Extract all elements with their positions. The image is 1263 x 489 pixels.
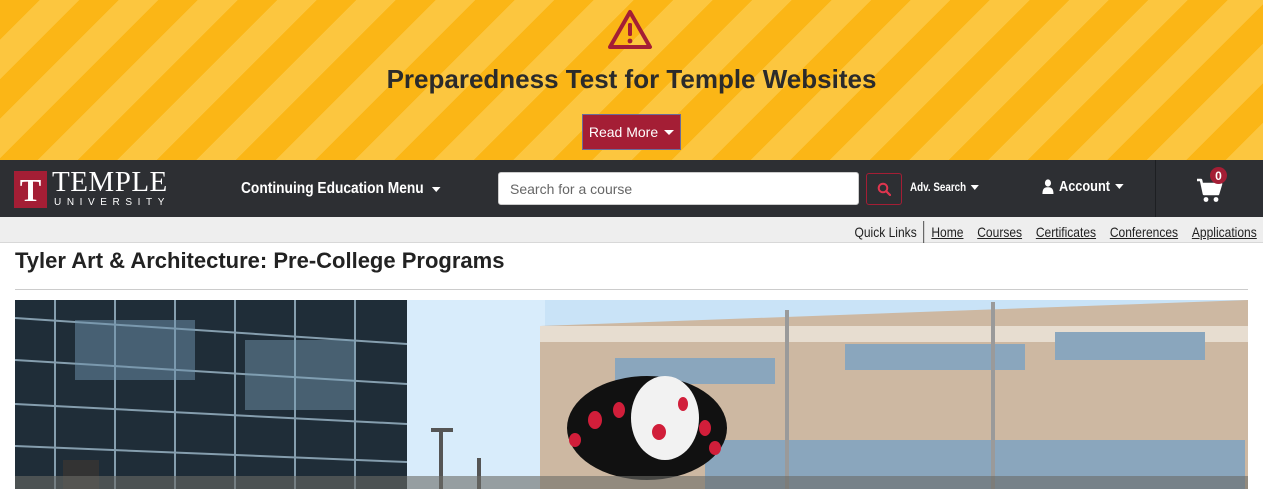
caret-down-icon <box>664 129 675 135</box>
account-dropdown[interactable]: Account <box>1042 178 1124 195</box>
temple-t-mark: T <box>14 171 47 208</box>
adv-search-label: Adv. Search <box>910 180 967 194</box>
quick-links-label: Quick Links <box>854 224 917 240</box>
ce-menu-label: Continuing Education Menu <box>241 180 424 197</box>
navbar-divider <box>1155 160 1156 217</box>
account-label: Account <box>1059 178 1110 195</box>
advanced-search-dropdown[interactable]: Adv. Search <box>910 180 980 194</box>
cart-count-badge: 0 <box>1210 167 1227 184</box>
continuing-education-menu[interactable]: Continuing Education Menu <box>241 178 441 200</box>
alert-banner: Preparedness Test for Temple Websites Re… <box>0 0 1263 160</box>
quick-links: Quick Links Home Courses Certificates Co… <box>855 221 1257 243</box>
caret-down-icon <box>432 186 441 192</box>
user-icon <box>1042 179 1054 194</box>
warning-triangle-icon <box>608 10 652 49</box>
alert-title: Preparedness Test for Temple Websites <box>386 64 877 94</box>
course-search-input[interactable] <box>498 172 859 205</box>
main-navbar: T TEMPLE UNIVERSITY Continuing Education… <box>0 160 1263 217</box>
quick-link-certificates[interactable]: Certificates <box>1036 224 1096 240</box>
quick-link-home[interactable]: Home <box>932 224 964 240</box>
logo-subtitle: UNIVERSITY <box>54 197 171 208</box>
read-more-button[interactable]: Read More <box>582 114 681 150</box>
quick-link-conferences[interactable]: Conferences <box>1110 224 1178 240</box>
quick-links-bar: Quick Links Home Courses Certificates Co… <box>0 217 1263 243</box>
hero-photo-illustration <box>15 300 1248 489</box>
caret-down-icon <box>1115 184 1124 189</box>
hero-image <box>15 300 1248 489</box>
logo-wordmark: TEMPLE <box>52 166 168 198</box>
quick-links-divider <box>923 221 925 243</box>
quick-link-courses[interactable]: Courses <box>977 224 1022 240</box>
search-button[interactable] <box>866 173 902 205</box>
search-icon <box>877 182 891 196</box>
page-title: Tyler Art & Architecture: Pre-College Pr… <box>15 248 505 273</box>
cart-button[interactable]: 0 <box>1196 167 1230 204</box>
temple-logo[interactable]: T TEMPLE UNIVERSITY <box>14 166 180 210</box>
quick-link-applications[interactable]: Applications <box>1192 224 1257 240</box>
read-more-label: Read More <box>588 124 659 140</box>
caret-down-icon <box>971 184 980 190</box>
title-divider <box>15 289 1248 290</box>
